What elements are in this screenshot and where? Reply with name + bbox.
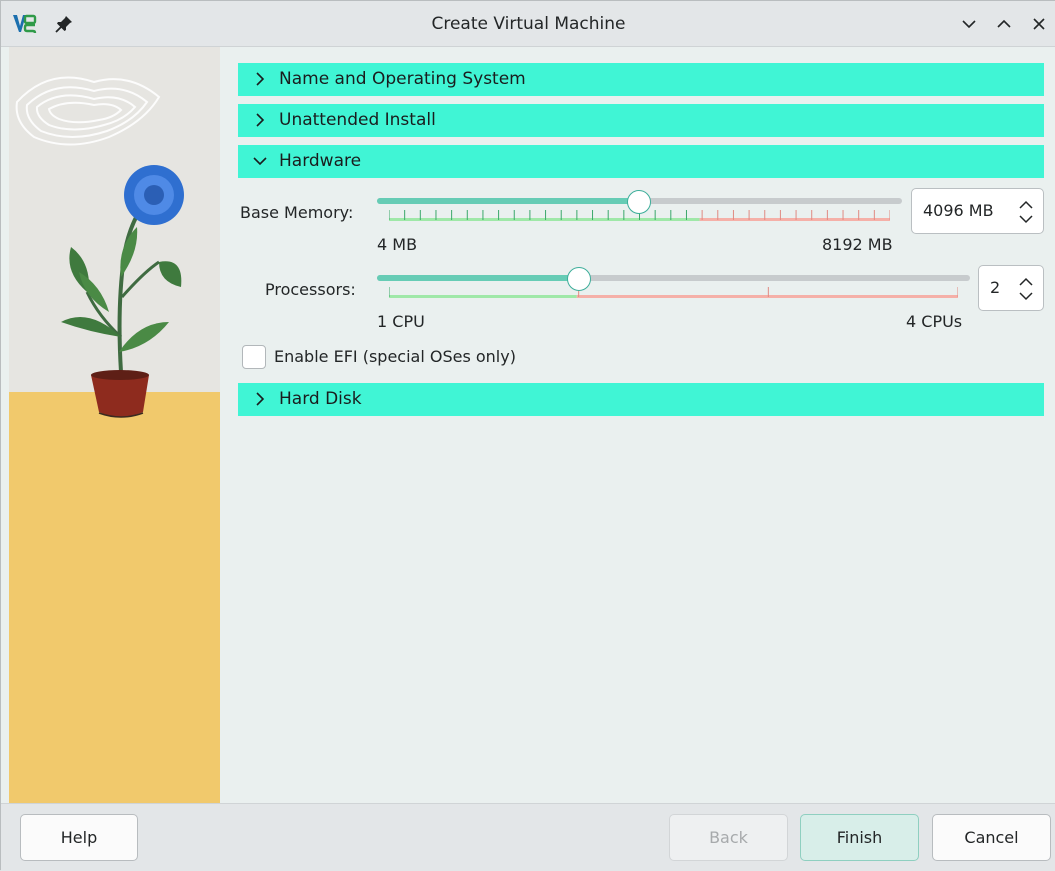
memory-min-label: 4 MB (377, 235, 418, 254)
processors-slider[interactable] (377, 267, 970, 299)
section-hardware-header[interactable]: Hardware (238, 145, 1044, 178)
processors-max-label: 4 CPUs (906, 312, 963, 331)
close-icon[interactable] (1029, 14, 1049, 34)
section-name-os-label: Name and Operating System (279, 69, 526, 89)
slider-fill (377, 198, 640, 204)
spin-arrows-icon[interactable] (1017, 197, 1035, 227)
cancel-button[interactable]: Cancel (932, 814, 1051, 861)
memory-value: 4096 MB (923, 201, 994, 220)
slider-fill (377, 275, 579, 281)
section-unattended-label: Unattended Install (279, 110, 436, 130)
section-name-os-header[interactable]: Name and Operating System (238, 63, 1044, 96)
efi-checkbox-label[interactable]: Enable EFI (special OSes only) (274, 347, 516, 366)
finish-button[interactable]: Finish (800, 814, 919, 861)
processors-min-label: 1 CPU (377, 312, 425, 331)
processors-value: 2 (990, 278, 1001, 297)
wizard-content: Name and Operating System Unattended Ins… (221, 47, 1055, 803)
create-vm-dialog: Create Virtual Machine Name and Operatin… (0, 0, 1055, 871)
memory-spinbox[interactable]: 4096 MB (911, 188, 1044, 234)
safe-zone-bar (389, 295, 577, 298)
chevron-down-icon (253, 157, 267, 166)
back-button[interactable]: Back (669, 814, 788, 861)
slider-handle[interactable] (566, 267, 591, 291)
section-hard-disk-label: Hard Disk (279, 389, 362, 409)
section-hard-disk-header[interactable]: Hard Disk (238, 383, 1044, 416)
processors-scale (389, 287, 958, 298)
chevron-right-icon (256, 113, 265, 127)
memory-max-label: 8192 MB (822, 235, 893, 254)
chevron-down-icon[interactable] (959, 14, 979, 34)
button-bar: Help Back Finish Cancel (1, 803, 1055, 871)
window-title: Create Virtual Machine (431, 14, 626, 34)
chevron-right-icon (256, 72, 265, 86)
chevron-up-icon[interactable] (994, 14, 1014, 34)
danger-zone-bar (699, 218, 890, 221)
section-hardware-label: Hardware (279, 151, 362, 171)
spin-arrows-icon[interactable] (1017, 274, 1035, 304)
title-bar[interactable]: Create Virtual Machine (1, 1, 1055, 47)
danger-zone-bar (576, 295, 958, 298)
help-button[interactable]: Help (20, 814, 138, 861)
chevron-right-icon (256, 392, 265, 406)
processors-label: Processors: (265, 280, 356, 299)
base-memory-label: Base Memory: (240, 203, 354, 222)
efi-checkbox[interactable] (242, 345, 266, 369)
processors-spinbox[interactable]: 2 (978, 265, 1044, 311)
section-unattended-header[interactable]: Unattended Install (238, 104, 1044, 137)
base-memory-slider[interactable] (377, 190, 902, 222)
wizard-illustration (9, 47, 220, 803)
